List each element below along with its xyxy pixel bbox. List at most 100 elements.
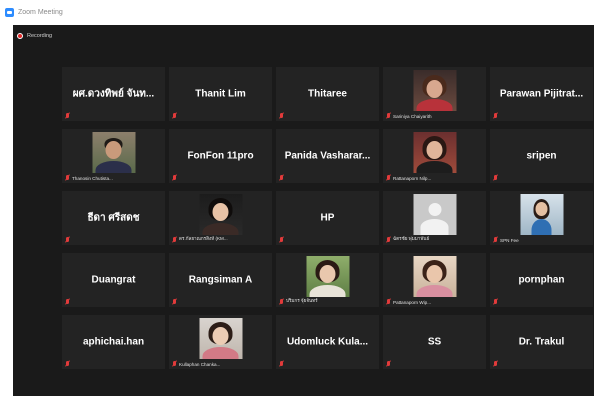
video-body [202, 223, 239, 235]
participant-label [65, 113, 70, 119]
participant-tile[interactable]: Pattanaporn Wip... [383, 253, 486, 307]
mic-muted-icon [172, 299, 177, 305]
participant-tile[interactable]: pornphan [490, 253, 593, 307]
recording-dot-icon [17, 33, 23, 39]
video-body [416, 161, 453, 173]
mic-muted-icon [65, 113, 70, 119]
participant-tile[interactable]: sripen [490, 129, 593, 183]
participant-tile[interactable]: aphichai.han [62, 315, 165, 369]
mic-muted-icon [493, 175, 498, 181]
participant-tile[interactable]: Sariniya Chaiyarith [383, 67, 486, 121]
recording-label: Recording [27, 33, 53, 39]
mic-muted-icon [172, 113, 177, 119]
participant-tile[interactable]: Thanosin Chutista... [62, 129, 165, 183]
participant-tile[interactable]: ดร.กัลยาณกรสิงห์ (KM... [169, 191, 272, 245]
participant-name: SS [427, 336, 442, 348]
meeting-view: Recording ผศ.ดวงทิพย์ จันท... Thanit Lim… [13, 25, 594, 396]
participant-name: Thanit Lim [195, 88, 246, 100]
participant-tile[interactable]: Rangsiman A [169, 253, 272, 307]
mic-muted-icon [279, 298, 284, 305]
zoom-camera-icon [5, 8, 14, 17]
participant-label: ปริมกร จุ้ยจันทร์ [279, 298, 318, 305]
mic-muted-icon [172, 175, 177, 181]
video-body [416, 285, 453, 297]
participant-label [279, 175, 284, 181]
mic-muted-icon [65, 299, 70, 305]
participant-tile[interactable]: Kullaphan Chanka... [169, 315, 272, 369]
mic-muted-icon [493, 299, 498, 305]
participant-tile[interactable]: Thitaree [276, 67, 379, 121]
participant-tile[interactable]: Parawan Pijitrat... [490, 67, 593, 121]
participant-tile[interactable]: Udomluck Kula... [276, 315, 379, 369]
participant-video [306, 256, 349, 297]
mic-muted-icon [279, 175, 284, 181]
participant-tile[interactable]: SS [383, 315, 486, 369]
participant-tile[interactable]: FonFon 11pro [169, 129, 272, 183]
mic-muted-icon [493, 361, 498, 367]
participant-label: ฉัตรชัย พุ่มมาพันธ์ [386, 236, 429, 243]
participant-tile[interactable]: HP [276, 191, 379, 245]
mic-muted-icon [279, 237, 284, 243]
video-face [212, 203, 229, 221]
recording-indicator[interactable]: Recording [17, 33, 52, 39]
participant-name: Udomluck Kula... [286, 336, 369, 348]
participant-name: HP [320, 212, 335, 224]
participant-tile[interactable]: Dr. Trakul [490, 315, 593, 369]
participant-label [279, 361, 284, 367]
participant-name: sripen [526, 150, 557, 162]
participant-tile[interactable]: ฉัตรชัย พุ่มมาพันธ์ [383, 191, 486, 245]
default-avatar-icon [413, 194, 456, 235]
video-face [212, 327, 229, 345]
participant-tile[interactable]: Rattanaporn Nilp... [383, 129, 486, 183]
mic-muted-icon [493, 113, 498, 119]
participant-label [172, 113, 177, 119]
participant-label: Thanosin Chutista... [65, 175, 113, 181]
video-face [535, 202, 548, 216]
participant-tile[interactable]: Thanit Lim [169, 67, 272, 121]
mic-muted-icon [386, 113, 391, 119]
participant-label [65, 299, 70, 305]
participant-tile[interactable]: ธีดา ศรีสดช [62, 191, 165, 245]
participant-label [279, 237, 284, 243]
participant-label [493, 175, 498, 181]
participant-label: SPN Fee [493, 237, 519, 243]
participant-video [199, 194, 242, 235]
participant-label [65, 237, 70, 243]
participant-video [413, 132, 456, 173]
video-body [95, 161, 132, 173]
participant-video [413, 70, 456, 111]
participant-video [520, 194, 563, 235]
mic-muted-icon [65, 361, 70, 367]
participant-name: ผศ.ดวงทิพย์ จันท... [72, 88, 155, 100]
participant-label [493, 299, 498, 305]
participant-video [413, 256, 456, 297]
participant-label: ดร.กัลยาณกรสิงห์ (KM... [172, 236, 228, 243]
participant-label: Pattanaporn Wip... [386, 299, 431, 305]
participant-tile[interactable]: Panida Vasharar... [276, 129, 379, 183]
mic-muted-icon [172, 361, 177, 367]
video-body [416, 99, 453, 111]
participant-name: Rangsiman A [188, 274, 253, 286]
participant-name: aphichai.han [82, 336, 145, 348]
participant-name: FonFon 11pro [187, 150, 254, 162]
participant-label [172, 175, 177, 181]
window-titlebar: Zoom Meeting [0, 0, 611, 25]
participant-label [493, 113, 498, 119]
video-face [426, 141, 443, 159]
participant-name: Thitaree [308, 88, 347, 100]
mic-muted-icon [279, 113, 284, 119]
participant-tile[interactable]: Duangrat [62, 253, 165, 307]
participant-name: pornphan [518, 274, 565, 286]
participant-video [199, 318, 242, 359]
participant-tile[interactable]: ปริมกร จุ้ยจันทร์ [276, 253, 379, 307]
mic-muted-icon [386, 299, 391, 305]
participant-tile[interactable]: SPN Fee [490, 191, 593, 245]
mic-muted-icon [493, 237, 498, 243]
video-face [426, 80, 443, 98]
participant-label [65, 361, 70, 367]
participant-video [92, 132, 135, 173]
mic-muted-icon [65, 175, 70, 181]
mic-muted-icon [279, 361, 284, 367]
video-body [202, 347, 239, 359]
participant-tile[interactable]: ผศ.ดวงทิพย์ จันท... [62, 67, 165, 121]
